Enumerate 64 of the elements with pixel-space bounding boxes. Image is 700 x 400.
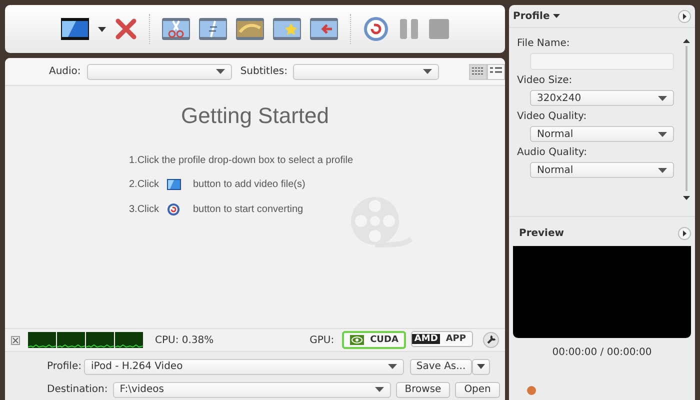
cpu-graph: [115, 332, 143, 348]
add-video-icon: [167, 179, 181, 190]
list-icon: [472, 67, 484, 76]
scissors-film-icon[interactable]: [162, 18, 190, 40]
cpu-graph: [86, 332, 114, 348]
setting-dropdown[interactable]: Normal: [530, 126, 674, 142]
dropdown-arrow-icon: [216, 69, 226, 74]
instruction-text: 1.Click the profile drop-down box to select a profile: [129, 155, 354, 166]
dropdown-arrow-icon: [658, 96, 667, 100]
step-label: 3.Click: [129, 204, 160, 215]
close-icon[interactable]: [11, 336, 20, 344]
heading: Getting Started: [181, 103, 329, 129]
arrow-film-icon[interactable]: [310, 18, 338, 40]
save-as-button[interactable]: Save As...: [410, 358, 472, 374]
subtitles-label: Subtitles:: [240, 66, 288, 77]
cpu-graph: [57, 332, 85, 348]
delete-icon[interactable]: [115, 18, 137, 40]
add-video-icon[interactable]: [61, 18, 89, 40]
panel-title[interactable]: Profile: [513, 10, 550, 22]
detail-view-button[interactable]: [469, 64, 487, 80]
expand-icon[interactable]: [678, 10, 691, 22]
logo-text: AMD: [412, 334, 440, 344]
dropdown-arrow-icon: [423, 69, 432, 74]
dropdown-arrow-icon: [658, 132, 667, 136]
dropdown-arrow-icon: [388, 364, 397, 369]
field-label: Video Quality:: [517, 111, 588, 122]
dropdown-arrow-icon: [374, 387, 384, 392]
field-label: Audio Quality:: [517, 147, 588, 158]
field-label: Video Size:: [517, 75, 574, 86]
destination-dropdown[interactable]: F:\videos: [112, 382, 391, 398]
split-film-icon[interactable]: [199, 18, 227, 40]
instruction-text: button to add video file(s): [193, 179, 306, 190]
caret-icon[interactable]: [552, 14, 560, 18]
list-icon: [490, 67, 502, 76]
expand-icon[interactable]: [678, 226, 691, 240]
instruction-text: button to start converting: [193, 204, 304, 215]
cpu-graph: [28, 332, 56, 348]
open-button[interactable]: Open: [455, 382, 500, 398]
profile-dropdown[interactable]: iPod - H.264 Video: [84, 358, 404, 374]
panel-title: Preview: [519, 228, 564, 238]
slider-handle[interactable]: [527, 386, 536, 395]
caret-icon: [477, 364, 485, 369]
setting-dropdown[interactable]: Normal: [530, 162, 674, 178]
field-label: File Name:: [517, 38, 571, 49]
time-display: 00:00:00 / 00:00:00: [551, 347, 653, 358]
cpu-usage: CPU: 0.38%: [155, 334, 214, 346]
audio-label: Audio:: [49, 66, 81, 77]
dropdown-arrow-icon: [658, 168, 667, 172]
wrench-icon[interactable]: [483, 332, 499, 348]
browse-button[interactable]: Browse: [396, 382, 450, 398]
profile-label: Profile:: [47, 361, 79, 372]
convert-icon[interactable]: [363, 16, 389, 42]
gpu-button[interactable]: AMD APP: [411, 331, 473, 347]
gpu-label: GPU:: [310, 334, 334, 346]
setting-dropdown[interactable]: 320x240: [530, 90, 674, 106]
star-film-icon[interactable]: [273, 18, 301, 40]
dropdown-button[interactable]: [472, 358, 490, 374]
destination-label: Destination:: [47, 384, 108, 395]
caret-icon[interactable]: [98, 26, 106, 32]
step-label: 2.Click: [129, 179, 160, 190]
gpu-button[interactable]: CUDA: [342, 331, 406, 349]
eye-logo-icon: [350, 335, 364, 345]
list-view-button[interactable]: [487, 64, 505, 80]
convert-icon: [167, 203, 180, 216]
